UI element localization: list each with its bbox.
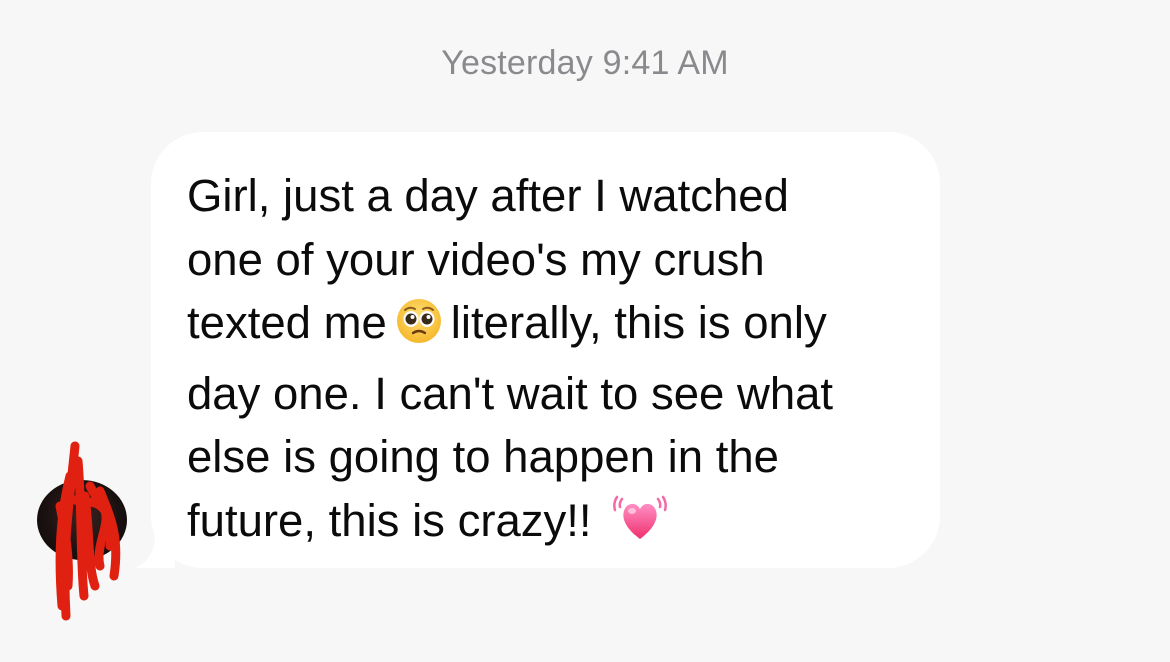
message-bubble[interactable]: Girl, just a day after I watched one of … — [151, 132, 940, 568]
sender-avatar[interactable] — [37, 480, 127, 560]
message-line-7: future, this is crazy!! — [187, 494, 592, 546]
message-line-6: else is going to happen in the — [187, 431, 779, 482]
message-line-5: day one. I can't wait to see what — [187, 367, 834, 419]
message-line-1: Girl, just a day after I watched — [187, 170, 789, 221]
message-text: Girl, just a day after I watched one of … — [187, 164, 920, 559]
beating-heart-emoji-icon — [612, 489, 668, 560]
message-timestamp: Yesterday 9:41 AM — [441, 44, 729, 82]
message-line-4: literally, this is only — [450, 297, 827, 348]
pleading-face-emoji-icon — [395, 297, 443, 362]
message-line-2: one of your video's my crush — [187, 233, 765, 285]
message-line-3: texted me — [187, 297, 387, 348]
